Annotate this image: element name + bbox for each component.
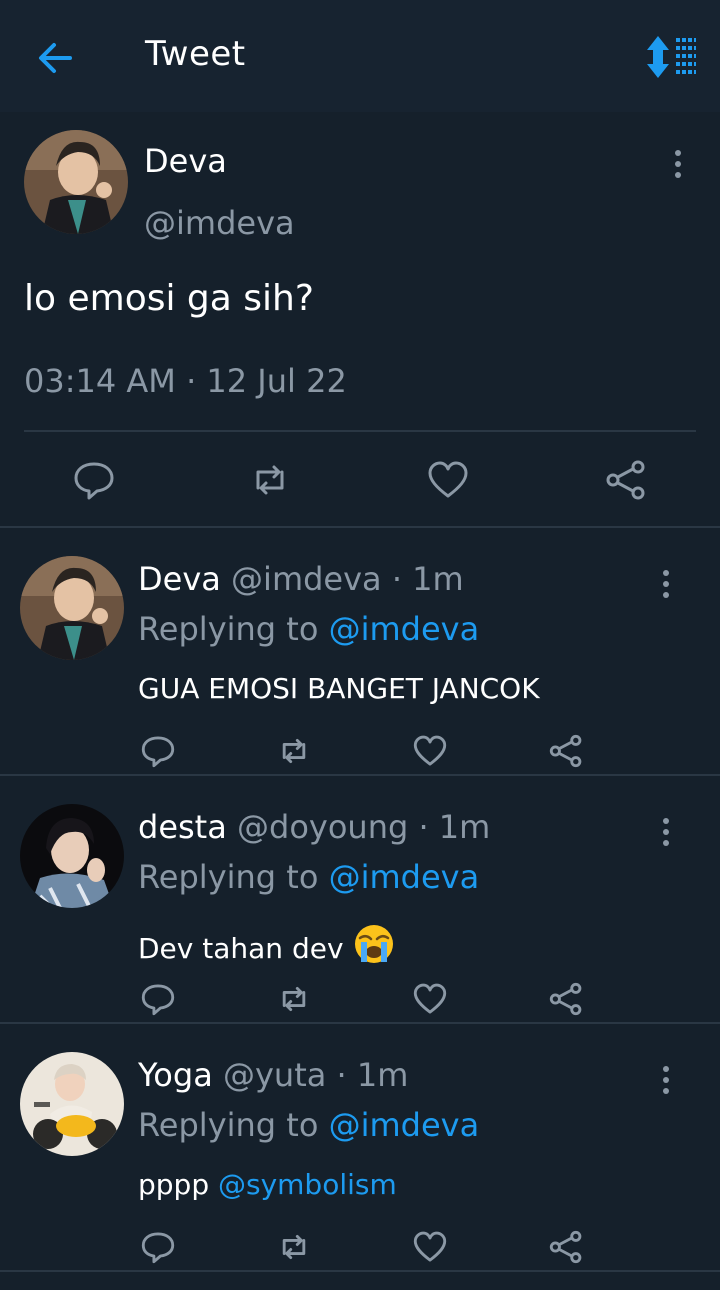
loudly-crying-face-icon — [355, 925, 394, 963]
tweet-text: lo emosi ga sih? — [24, 278, 314, 319]
retweet-icon[interactable] — [276, 733, 312, 769]
reply-text: Dev tahan dev — [138, 932, 353, 965]
sort-icon[interactable] — [644, 34, 700, 80]
author-handle[interactable]: @yuta — [223, 1056, 326, 1094]
avatar[interactable] — [20, 804, 124, 908]
avatar[interactable] — [24, 130, 128, 234]
more-vertical-icon[interactable] — [654, 564, 678, 604]
author-handle[interactable]: @imdeva — [144, 204, 295, 242]
page-title: Tweet — [145, 34, 246, 74]
reply-text-row: Dev tahan dev — [138, 922, 396, 966]
retweet-icon[interactable] — [276, 981, 312, 1017]
replying-prefix: Replying to — [138, 1106, 329, 1144]
share-icon[interactable] — [604, 458, 648, 502]
back-arrow-icon[interactable] — [34, 38, 78, 78]
reply-header: Deva @imdeva · 1m — [138, 560, 464, 598]
heart-icon[interactable] — [426, 458, 470, 502]
more-vertical-icon[interactable] — [666, 144, 690, 184]
mention-link[interactable]: @symbolism — [218, 1168, 397, 1201]
reply-item[interactable]: Deva @imdeva · 1m Replying to @imdeva GU… — [0, 528, 720, 776]
author-name[interactable]: Deva — [138, 560, 221, 598]
replying-to-link[interactable]: @imdeva — [329, 610, 480, 648]
retweet-icon[interactable] — [248, 458, 292, 502]
replying-to: Replying to @imdeva — [138, 610, 479, 648]
author-handle[interactable]: @doyoung — [237, 808, 408, 846]
reply-time: · 1m — [391, 560, 464, 598]
comment-icon[interactable] — [140, 733, 176, 769]
replying-to-link[interactable]: @imdeva — [329, 1106, 480, 1144]
reply-text: GUA EMOSI BANGET JANCOK — [138, 672, 540, 705]
reply-time: · 1m — [418, 808, 491, 846]
author-handle[interactable]: @imdeva — [231, 560, 382, 598]
more-vertical-icon[interactable] — [654, 812, 678, 852]
author-name[interactable]: desta — [138, 808, 227, 846]
share-icon[interactable] — [548, 981, 584, 1017]
top-bar: Tweet — [0, 0, 720, 112]
comment-icon[interactable] — [140, 1229, 176, 1265]
more-vertical-icon[interactable] — [654, 1060, 678, 1100]
avatar[interactable] — [20, 1052, 124, 1156]
share-icon[interactable] — [548, 733, 584, 769]
replying-to: Replying to @imdeva — [138, 1106, 479, 1144]
reply-item[interactable]: Yoga @yuta · 1m Replying to @imdeva pppp… — [0, 1024, 720, 1272]
reply-item[interactable]: desta @doyoung · 1m Replying to @imdeva … — [0, 776, 720, 1024]
retweet-icon[interactable] — [276, 1229, 312, 1265]
divider — [24, 430, 696, 432]
reply-time: · 1m — [336, 1056, 409, 1094]
heart-icon[interactable] — [412, 1229, 448, 1265]
comment-icon[interactable] — [72, 458, 116, 502]
replying-prefix: Replying to — [138, 858, 329, 896]
replying-to-link[interactable]: @imdeva — [329, 858, 480, 896]
avatar[interactable] — [20, 556, 124, 660]
replying-prefix: Replying to — [138, 610, 329, 648]
replying-to: Replying to @imdeva — [138, 858, 479, 896]
share-icon[interactable] — [548, 1229, 584, 1265]
reply-text-row: pppp @symbolism — [138, 1168, 397, 1201]
divider — [0, 1270, 720, 1272]
heart-icon[interactable] — [412, 981, 448, 1017]
comment-icon[interactable] — [140, 981, 176, 1017]
reply-header: desta @doyoung · 1m — [138, 808, 490, 846]
author-name[interactable]: Yoga — [138, 1056, 213, 1094]
reply-text: pppp — [138, 1168, 218, 1201]
author-name[interactable]: Deva — [144, 142, 227, 180]
reply-header: Yoga @yuta · 1m — [138, 1056, 408, 1094]
heart-icon[interactable] — [412, 733, 448, 769]
tweet-timestamp: 03:14 AM · 12 Jul 22 — [24, 362, 347, 400]
